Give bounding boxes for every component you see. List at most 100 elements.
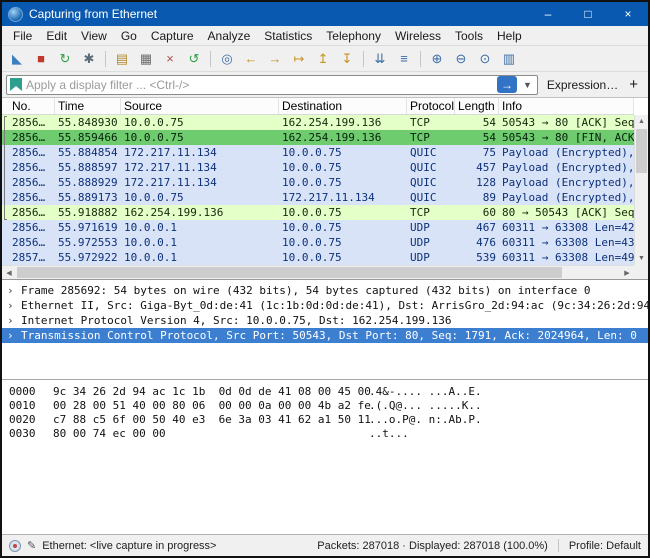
- zoom-in-icon[interactable]: ⊕: [426, 49, 448, 69]
- colorize-icon[interactable]: ≡: [393, 49, 415, 69]
- expression-button[interactable]: Expression…: [543, 78, 622, 92]
- packet-row[interactable]: 2856…55.97255310.0.0.110.0.0.75UDP476603…: [2, 235, 634, 250]
- packet-row[interactable]: 2856…55.97161910.0.0.110.0.0.75UDP467603…: [2, 220, 634, 235]
- hex-line[interactable]: 00009c 34 26 2d 94 ac 1c 1b 0d 0d de 41 …: [9, 385, 648, 399]
- cell-protocol: QUIC: [407, 175, 455, 190]
- scroll-up-icon[interactable]: ▲: [635, 115, 648, 128]
- column-header-time[interactable]: Time: [55, 98, 121, 114]
- expand-arrow-icon[interactable]: ›: [7, 313, 16, 328]
- hex-bytes: c7 88 c5 6f 00 50 40 e3 6e 3a 03 41 62 a…: [53, 413, 369, 427]
- column-header-no[interactable]: No.: [9, 98, 55, 114]
- cell-destination: 10.0.0.75: [279, 175, 407, 190]
- packet-list-hscrollbar[interactable]: ◀ ▶: [2, 265, 634, 279]
- go-first-icon[interactable]: ↥: [312, 49, 334, 69]
- save-capture-icon[interactable]: ▦: [135, 49, 157, 69]
- packet-row[interactable]: 2856…55.88917310.0.0.75172.217.11.134QUI…: [2, 190, 634, 205]
- cell-length: 476: [455, 235, 499, 250]
- detail-row[interactable]: ›Transmission Control Protocol, Src Port…: [2, 328, 648, 343]
- close-capture-icon[interactable]: ×: [159, 49, 181, 69]
- packet-row[interactable]: 2856…55.918882162.254.199.13610.0.0.75TC…: [2, 205, 634, 220]
- hex-line[interactable]: 001000 28 00 51 40 00 80 06 00 00 0a 00 …: [9, 399, 648, 413]
- close-button[interactable]: ×: [608, 2, 648, 26]
- column-header-length[interactable]: Length: [455, 98, 499, 114]
- expand-arrow-icon[interactable]: ›: [7, 328, 16, 343]
- expert-info-icon[interactable]: [9, 540, 21, 552]
- minimize-button[interactable]: –: [528, 2, 568, 26]
- reload-icon[interactable]: ↺: [183, 49, 205, 69]
- menu-view[interactable]: View: [74, 27, 114, 45]
- cell-destination: 162.254.199.136: [279, 130, 407, 145]
- cell-protocol: QUIC: [407, 160, 455, 175]
- expand-arrow-icon[interactable]: ›: [7, 298, 16, 313]
- menu-go[interactable]: Go: [114, 27, 144, 45]
- packet-row[interactable]: 2856…55.85946610.0.0.75162.254.199.136TC…: [2, 130, 634, 145]
- restart-capture-icon[interactable]: ↻: [54, 49, 76, 69]
- stop-capture-icon[interactable]: ■: [30, 49, 52, 69]
- display-filter-input[interactable]: [26, 78, 493, 92]
- go-back-icon[interactable]: ←: [240, 49, 262, 69]
- column-header-source[interactable]: Source: [121, 98, 279, 114]
- packet-row[interactable]: 2856…55.888929172.217.11.13410.0.0.75QUI…: [2, 175, 634, 190]
- cell-protocol: UDP: [407, 235, 455, 250]
- scroll-right-icon[interactable]: ▶: [620, 266, 634, 279]
- hex-ascii: ...o.P@. n:.Ab.P.: [369, 413, 482, 427]
- cell-info: 60311 → 63308 Len=497: [499, 250, 634, 265]
- zoom-100-icon[interactable]: ⊙: [474, 49, 496, 69]
- menu-help[interactable]: Help: [490, 27, 529, 45]
- expand-arrow-icon[interactable]: ›: [7, 283, 16, 298]
- column-header-protocol[interactable]: Protocol: [407, 98, 455, 114]
- menu-telephony[interactable]: Telephony: [319, 27, 388, 45]
- packet-row[interactable]: 2856…55.884854172.217.11.13410.0.0.75QUI…: [2, 145, 634, 160]
- go-to-packet-icon[interactable]: ↦: [288, 49, 310, 69]
- menu-statistics[interactable]: Statistics: [257, 27, 319, 45]
- resize-columns-icon[interactable]: ▥: [498, 49, 520, 69]
- menu-wireless[interactable]: Wireless: [388, 27, 448, 45]
- add-filter-button[interactable]: +: [627, 76, 644, 93]
- detail-row[interactable]: ›Ethernet II, Src: Giga-Byt_0d:de:41 (1c…: [2, 298, 648, 313]
- vscroll-thumb[interactable]: [636, 129, 647, 173]
- filter-bookmark-icon[interactable]: [10, 78, 22, 91]
- open-capture-icon[interactable]: ▤: [111, 49, 133, 69]
- scroll-down-icon[interactable]: ▼: [635, 252, 648, 265]
- menu-capture[interactable]: Capture: [144, 27, 201, 45]
- detail-row[interactable]: ›Frame 285692: 54 bytes on wire (432 bit…: [2, 283, 648, 298]
- cell-protocol: UDP: [407, 220, 455, 235]
- hex-line[interactable]: 0020c7 88 c5 6f 00 50 40 e3 6e 3a 03 41 …: [9, 413, 648, 427]
- find-packet-icon[interactable]: ◎: [216, 49, 238, 69]
- packet-row[interactable]: 2856…55.888597172.217.11.13410.0.0.75QUI…: [2, 160, 634, 175]
- menu-analyze[interactable]: Analyze: [201, 27, 258, 45]
- display-filter-box[interactable]: → ▼: [6, 75, 538, 95]
- start-capture-icon[interactable]: ◣: [6, 49, 28, 69]
- menu-file[interactable]: File: [6, 27, 39, 45]
- column-header-info[interactable]: Info: [499, 98, 634, 114]
- menu-tools[interactable]: Tools: [448, 27, 490, 45]
- scroll-left-icon[interactable]: ◀: [2, 266, 16, 279]
- column-header-destination[interactable]: Destination: [279, 98, 407, 114]
- zoom-out-icon[interactable]: ⊖: [450, 49, 472, 69]
- filter-dropdown-icon[interactable]: ▼: [521, 80, 534, 90]
- packet-list-vscrollbar[interactable]: ▲ ▼: [634, 115, 648, 265]
- capture-options-icon[interactable]: ✱: [78, 49, 100, 69]
- capture-comment-icon[interactable]: ✎: [27, 539, 36, 552]
- go-last-icon[interactable]: ↧: [336, 49, 358, 69]
- packet-row[interactable]: 2856…55.84893010.0.0.75162.254.199.136TC…: [2, 115, 634, 130]
- packet-row[interactable]: 2857…55.97292210.0.0.110.0.0.75UDP539603…: [2, 250, 634, 265]
- cell-time: 55.888597: [55, 160, 121, 175]
- title-bar[interactable]: Capturing from Ethernet – □ ×: [2, 2, 648, 26]
- cell-length: 467: [455, 220, 499, 235]
- go-forward-icon[interactable]: →: [264, 49, 286, 69]
- maximize-button[interactable]: □: [568, 2, 608, 26]
- hex-bytes: 9c 34 26 2d 94 ac 1c 1b 0d 0d de 41 08 0…: [53, 385, 369, 399]
- autoscroll-icon[interactable]: ⇊: [369, 49, 391, 69]
- profile-label[interactable]: Profile: Default: [569, 540, 641, 552]
- hscroll-thumb[interactable]: [17, 267, 562, 278]
- hex-offset: 0000: [9, 385, 53, 399]
- cell-no: 2856…: [9, 160, 55, 175]
- hex-line[interactable]: 003080 00 74 ec 00 00..t...: [9, 427, 648, 441]
- apply-filter-button[interactable]: →: [497, 76, 517, 93]
- menu-edit[interactable]: Edit: [39, 27, 74, 45]
- detail-row[interactable]: ›Internet Protocol Version 4, Src: 10.0.…: [2, 313, 648, 328]
- cell-protocol: TCP: [407, 130, 455, 145]
- packet-list-pane: No.TimeSourceDestinationProtocolLengthIn…: [2, 98, 648, 280]
- cell-length: 457: [455, 160, 499, 175]
